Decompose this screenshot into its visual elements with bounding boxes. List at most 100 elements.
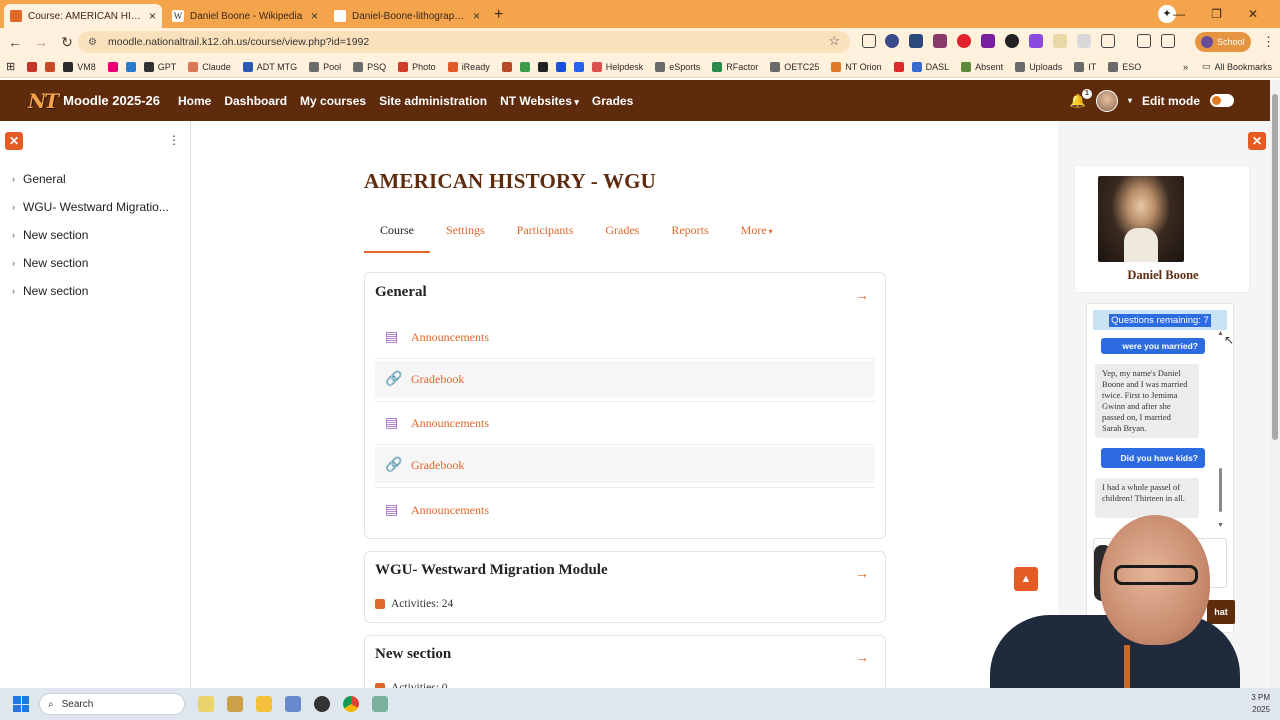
tab-course[interactable]: Course xyxy=(364,223,430,253)
close-window-icon[interactable]: ✕ xyxy=(1248,7,1258,21)
maximize-icon[interactable]: ❐ xyxy=(1211,7,1222,21)
bookmark-item[interactable]: Helpdesk xyxy=(591,61,643,72)
bookmark-item[interactable]: Absent xyxy=(961,61,1003,72)
nav-my-courses[interactable]: My courses xyxy=(300,94,366,108)
extension-icon[interactable] xyxy=(981,34,995,48)
system-clock[interactable]: 3 PM 2025 xyxy=(1251,692,1270,716)
site-info-icon[interactable]: ⚙ xyxy=(88,37,102,48)
bookmark-item[interactable] xyxy=(893,61,904,72)
section-title[interactable]: General xyxy=(375,284,427,301)
bookmark-item[interactable] xyxy=(501,61,512,72)
bookmark-item[interactable]: Uploads xyxy=(1015,61,1062,72)
activity-url[interactable]: 🔗 Gradebook xyxy=(375,361,875,397)
address-bar[interactable]: ⚙ moodle.nationaltrail.k12.oh.us/course/… xyxy=(78,31,850,53)
reload-icon[interactable]: ↻ xyxy=(56,34,78,51)
course-index-item[interactable]: › New section xyxy=(12,228,88,242)
windows-start-icon[interactable] xyxy=(13,696,29,712)
minimize-icon[interactable]: — xyxy=(1173,7,1185,21)
site-logo[interactable]: NT Moodle 2025-26 xyxy=(28,89,160,113)
bookmark-item[interactable] xyxy=(573,61,584,72)
bookmark-item[interactable] xyxy=(125,61,136,72)
notifications-bell-icon[interactable]: 🔔 1 xyxy=(1070,88,1092,109)
bookmark-item[interactable]: DASL xyxy=(911,61,949,72)
browser-tab-lithograph[interactable]: Daniel-Boone-lithograph-paint... × xyxy=(328,4,486,28)
section-title[interactable]: WGU- Westward Migration Module xyxy=(375,562,608,579)
scroll-up-icon[interactable]: ▲ xyxy=(1217,330,1224,337)
bookmark-item[interactable]: eSports xyxy=(655,61,700,72)
extension-icon[interactable] xyxy=(933,34,947,48)
course-index-item[interactable]: › WGU- Westward Migratio... xyxy=(12,200,169,214)
screenshot-extension-icon[interactable] xyxy=(862,34,876,48)
bookmark-item[interactable]: VM8 xyxy=(63,61,96,72)
tab-reports[interactable]: Reports xyxy=(655,223,724,253)
activity-forum[interactable]: ▤ Announcements xyxy=(375,405,875,441)
bookmark-item[interactable]: IT xyxy=(1074,61,1096,72)
bookmark-item[interactable] xyxy=(45,61,56,72)
bookmark-item[interactable]: ADT MTG xyxy=(242,61,297,72)
more-bookmarks-chevron-icon[interactable]: » xyxy=(1183,62,1188,72)
course-index-options-icon[interactable]: ⋮ xyxy=(168,133,180,147)
bookmark-item[interactable]: OETC25 xyxy=(770,61,819,72)
trophy-app-icon[interactable] xyxy=(227,696,243,712)
browser-tab-wikipedia[interactable]: W Daniel Boone - Wikipedia × xyxy=(166,4,324,28)
page-scrollbar[interactable] xyxy=(1270,80,1280,688)
extension-icon[interactable] xyxy=(1005,34,1019,48)
bookmark-item[interactable]: PSQ xyxy=(353,61,386,72)
browser-tab-moodle[interactable]: Course: AMERICAN HISTORY - WGU × xyxy=(4,4,162,28)
course-index-item[interactable]: › New section xyxy=(12,284,88,298)
course-index-item[interactable]: › General xyxy=(12,172,66,186)
file-explorer-icon[interactable] xyxy=(256,696,272,712)
extension-icon[interactable] xyxy=(885,34,899,48)
close-block-drawer-icon[interactable]: ✕ xyxy=(1248,132,1266,150)
bookmark-item[interactable]: Photo xyxy=(398,61,436,72)
browser-menu-icon[interactable]: ⋮ xyxy=(1262,34,1275,50)
nav-nt-websites-dropdown[interactable]: NT Websites xyxy=(500,94,579,108)
close-course-index-icon[interactable]: ✕ xyxy=(5,132,23,150)
bookmark-item[interactable]: Claude xyxy=(188,61,231,72)
tab-settings[interactable]: Settings xyxy=(430,223,501,253)
tab-participants[interactable]: Participants xyxy=(501,223,590,253)
course-index-item[interactable]: › New section xyxy=(12,256,88,270)
bookmark-star-icon[interactable]: ☆ xyxy=(828,33,840,49)
chat-scrollbar[interactable]: ▲ ▼ xyxy=(1217,330,1224,530)
close-tab-icon[interactable]: × xyxy=(311,9,318,23)
extension-icon[interactable] xyxy=(1053,34,1067,48)
nav-site-administration[interactable]: Site administration xyxy=(379,94,487,108)
nav-home[interactable]: Home xyxy=(178,94,211,108)
tab-search-icon[interactable] xyxy=(1161,34,1175,48)
section-title[interactable]: New section xyxy=(375,646,451,663)
page-scroll-thumb[interactable] xyxy=(1272,94,1278,440)
edit-mode-toggle[interactable] xyxy=(1210,94,1234,107)
side-panel-icon[interactable] xyxy=(1137,34,1151,48)
taskbar-search[interactable]: ⌕ Search xyxy=(39,693,185,715)
bookmark-item[interactable]: GPT xyxy=(143,61,176,72)
extension-icon[interactable] xyxy=(909,34,923,48)
nav-dashboard[interactable]: Dashboard xyxy=(224,94,287,108)
bookmark-item[interactable] xyxy=(555,61,566,72)
apps-grid-icon[interactable]: ⊞ xyxy=(6,60,15,73)
app-icon[interactable] xyxy=(314,696,330,712)
new-tab-button[interactable]: + xyxy=(494,6,503,24)
section-arrow-icon[interactable]: → xyxy=(855,287,869,303)
tab-more-dropdown[interactable]: More ▾ xyxy=(725,223,789,253)
all-bookmarks-link[interactable]: All Bookmarks xyxy=(1214,62,1272,72)
forward-icon[interactable]: → xyxy=(30,34,52,50)
section-arrow-icon[interactable]: → xyxy=(855,565,869,581)
app-icon[interactable] xyxy=(285,696,301,712)
bookmark-item[interactable] xyxy=(27,61,38,72)
profile-button[interactable]: School xyxy=(1195,32,1251,52)
bookmark-item[interactable] xyxy=(519,61,530,72)
close-tab-icon[interactable]: × xyxy=(473,9,480,23)
app-icon[interactable] xyxy=(372,696,388,712)
activity-forum[interactable]: ▤ Announcements xyxy=(375,319,875,355)
user-menu-chevron-icon[interactable]: ▾ xyxy=(1128,96,1132,105)
bookmark-item[interactable]: RFactor xyxy=(712,61,758,72)
widgets-icon[interactable] xyxy=(198,696,214,712)
section-arrow-icon[interactable]: → xyxy=(855,649,869,665)
bookmark-item[interactable]: iReady xyxy=(447,61,490,72)
activity-forum[interactable]: ▤ Announcements xyxy=(375,492,875,528)
bookmark-item[interactable] xyxy=(107,61,118,72)
bookmark-item[interactable]: Pool xyxy=(309,61,341,72)
bookmark-item[interactable]: ESO xyxy=(1108,61,1141,72)
extension-icon[interactable] xyxy=(1029,34,1043,48)
